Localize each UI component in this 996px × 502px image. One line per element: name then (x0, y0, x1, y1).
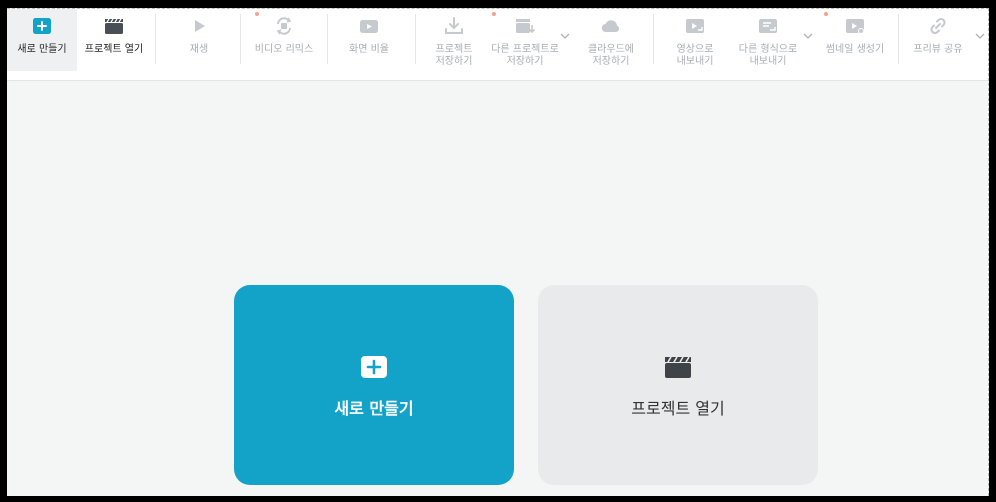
toolbar-export-format-button[interactable]: 다른 형식으로 내보내기 (731, 9, 805, 71)
new-project-card-label: 새로 만들기 (334, 399, 414, 418)
toolbar-save-cloud-button[interactable]: 클라우드에 저장하기 (577, 9, 645, 71)
screen-ratio-icon (360, 20, 378, 33)
new-badge-dot (824, 12, 828, 16)
toolbar-divider (653, 14, 654, 64)
toolbar-play-button[interactable]: 재생 (167, 9, 231, 71)
thumbnail-icon (846, 19, 864, 34)
toolbar-save-cloud-label: 클라우드에 저장하기 (588, 44, 634, 67)
download-icon (445, 17, 463, 34)
plus-square-icon (361, 356, 387, 378)
toolbar-export-video-label: 영상으로 내보내기 (676, 44, 714, 67)
new-badge-dot (255, 12, 259, 16)
open-project-card[interactable]: 프로젝트 열기 (538, 285, 818, 485)
chevron-down-icon[interactable] (975, 31, 985, 41)
link-icon (930, 17, 946, 35)
save-as-icon (516, 19, 536, 34)
toolbar-divider (898, 14, 899, 64)
toolbar-divider (240, 14, 241, 64)
remix-icon (276, 17, 292, 35)
chevron-down-icon[interactable] (560, 31, 570, 41)
toolbar-thumbnail-button[interactable]: 썸네일 생성기 (817, 9, 893, 71)
toolbar-save-project-button[interactable]: 프로젝트 저장하기 (423, 9, 485, 71)
toolbar-share-preview-label: 프리뷰 공유 (913, 44, 963, 55)
toolbar-play-label: 재생 (189, 44, 209, 55)
toolbar-screen-ratio-button[interactable]: 화면 비율 (335, 9, 403, 71)
toolbar-open-project-label: 프로젝트 열기 (84, 44, 144, 55)
app-window: 새로 만들기 프로젝트 열기 재생 비디오 리믹스 화면 비율 프로젝트 저장하… (7, 8, 989, 496)
toolbar-divider (415, 14, 416, 64)
plus-square-icon (33, 18, 51, 34)
toolbar-video-remix-button[interactable]: 비디오 리믹스 (247, 9, 321, 71)
toolbar-share-preview-button[interactable]: 프리뷰 공유 (903, 9, 973, 71)
export-format-icon (759, 19, 777, 33)
toolbar-new-label: 새로 만들기 (17, 44, 67, 55)
chevron-down-icon[interactable] (803, 31, 813, 41)
toolbar-export-format-label: 다른 형식으로 내보내기 (738, 44, 798, 67)
toolbar-save-as-button[interactable]: 다른 프로젝트로 저장하기 (487, 9, 563, 71)
toolbar-open-project-button[interactable]: 프로젝트 열기 (77, 9, 151, 71)
export-video-icon (686, 19, 704, 33)
clapperboard-icon (665, 356, 691, 378)
toolbar-save-project-label: 프로젝트 저장하기 (435, 44, 473, 67)
clapperboard-icon (105, 18, 123, 34)
toolbar-divider (327, 14, 328, 64)
toolbar-screen-ratio-label: 화면 비율 (349, 44, 389, 55)
new-badge-dot (492, 12, 496, 16)
toolbar-save-as-label: 다른 프로젝트로 저장하기 (491, 44, 559, 67)
toolbar: 새로 만들기 프로젝트 열기 재생 비디오 리믹스 화면 비율 프로젝트 저장하… (7, 9, 988, 81)
toolbar-thumbnail-label: 썸네일 생성기 (825, 44, 885, 55)
toolbar-export-video-button[interactable]: 영상으로 내보내기 (663, 9, 727, 71)
open-project-card-label: 프로젝트 열기 (631, 399, 725, 418)
toolbar-new-button[interactable]: 새로 만들기 (7, 9, 77, 71)
toolbar-video-remix-label: 비디오 리믹스 (254, 44, 314, 55)
play-icon (195, 20, 205, 32)
new-project-card[interactable]: 새로 만들기 (234, 285, 514, 485)
toolbar-divider (155, 14, 156, 64)
cloud-icon (601, 20, 619, 33)
